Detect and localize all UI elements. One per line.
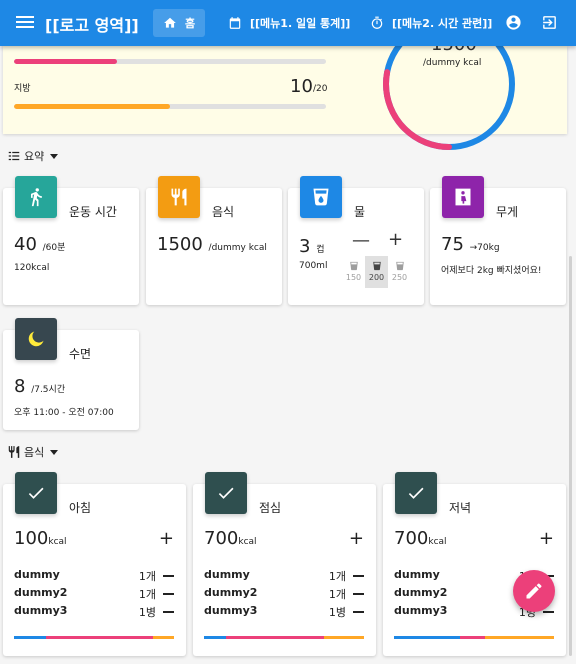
remove-item-button[interactable]	[163, 575, 174, 577]
macro-bar	[204, 636, 364, 639]
sleep-time: 오후 11:00 - 오전 07:00	[14, 408, 114, 418]
moon-icon	[15, 318, 57, 360]
food-card[interactable]: 음식 1500 /dummy kcal	[146, 176, 282, 305]
nav-time[interactable]: [[메뉴2. 시간 관련]]	[360, 9, 502, 37]
meal-kcal: 100kcal	[14, 528, 67, 549]
cup-size-150[interactable]: 150	[342, 256, 365, 288]
add-food-button[interactable]: +	[539, 528, 554, 549]
menu-icon[interactable]	[16, 13, 34, 33]
exercise-value: 40 /60분	[14, 234, 66, 255]
weight-title: 무게	[496, 205, 519, 219]
cup-small-icon	[349, 261, 358, 271]
weight-card[interactable]: 무게 75 →70kg 어제보다 2kg 빠지셨어요!	[430, 176, 566, 305]
fat-value: 10	[290, 76, 313, 97]
meal-item: dummy1개	[14, 568, 174, 584]
exercise-kcal: 120kcal	[14, 263, 50, 273]
check-icon[interactable]	[15, 472, 57, 514]
weight-icon	[442, 176, 484, 218]
remove-item-button[interactable]	[353, 575, 364, 577]
restaurant-icon	[8, 446, 20, 458]
remove-item-button[interactable]	[163, 611, 174, 613]
edit-button[interactable]	[513, 570, 555, 612]
chevron-down-icon	[50, 449, 59, 455]
add-food-button[interactable]: +	[349, 528, 364, 549]
meal-title: 점심	[259, 501, 282, 515]
water-title: 물	[354, 205, 366, 219]
nutrition-card: 지방 10 /20 1500 /dummy kcal	[3, 18, 567, 150]
timer-icon	[371, 16, 383, 29]
cup-medium-icon	[372, 261, 381, 271]
logo[interactable]: [[로고 영역]]	[45, 12, 139, 36]
food-section-label: 음식	[24, 446, 45, 459]
fat-unit: /20	[313, 84, 328, 94]
app-bar: [[로고 영역]] 홈 [[메뉴1. 일일 통계]] [[메뉴2. 시간 관련]…	[0, 0, 576, 46]
check-icon[interactable]	[205, 472, 247, 514]
food-value: 1500 /dummy kcal	[157, 234, 267, 255]
list-icon	[8, 151, 20, 161]
pencil-icon	[526, 583, 542, 599]
meal-kcal: 700kcal	[204, 528, 257, 549]
exercise-card[interactable]: 운동 시간 40 /60분 120kcal	[3, 176, 139, 305]
fat-label: 지방	[14, 84, 31, 94]
chevron-down-icon	[50, 153, 59, 159]
water-ml: 700ml	[299, 261, 328, 271]
remove-item-button[interactable]	[543, 611, 554, 613]
calorie-unit: /dummy kcal	[423, 58, 482, 68]
nav-time-label: [[메뉴2. 시간 관련]]	[392, 17, 493, 30]
meal-item: dummy21개	[204, 586, 364, 602]
nav-home-label: 홈	[185, 17, 196, 30]
macro-bar	[14, 636, 174, 639]
account-icon[interactable]	[505, 14, 522, 31]
exercise-title: 운동 시간	[69, 205, 117, 219]
nav-daily-stats[interactable]: [[메뉴1. 일일 통계]]	[218, 9, 360, 37]
cup-large-icon	[395, 261, 404, 271]
check-icon[interactable]	[395, 472, 437, 514]
exercise-icon	[15, 176, 57, 218]
meal-item: dummy3 1병	[204, 604, 364, 620]
add-food-button[interactable]: +	[159, 528, 174, 549]
remove-item-button[interactable]	[353, 593, 364, 595]
summary-label: 요약	[24, 150, 45, 163]
meal-kcal: 700kcal	[394, 528, 447, 549]
sleep-card[interactable]: 수면 8 /7.5시간 오후 11:00 - 오전 07:00	[3, 318, 139, 430]
logout-icon[interactable]	[541, 14, 558, 31]
restaurant-icon	[158, 176, 200, 218]
meal-item: dummy3 1병	[14, 604, 174, 620]
water-increase-button[interactable]: +	[388, 231, 403, 249]
scrollbar[interactable]	[569, 256, 572, 656]
nav-daily-stats-label: [[메뉴1. 일일 통계]]	[250, 17, 351, 30]
food-section-toggle[interactable]: 음식	[7, 444, 59, 460]
cup-size-200[interactable]: 200	[365, 256, 388, 288]
water-value: 3 컵	[299, 236, 325, 257]
sleep-value: 8 /7.5시간	[14, 376, 66, 397]
calendar-icon	[229, 17, 241, 29]
meal-item: dummy1개	[204, 568, 364, 584]
water-decrease-button[interactable]: —	[352, 232, 370, 250]
water-card: 물 — + 3 컵 700ml 150 200 250	[288, 176, 424, 305]
home-icon	[164, 17, 176, 28]
sleep-title: 수면	[69, 347, 92, 361]
weight-note: 어제보다 2kg 빠지셨어요!	[441, 266, 542, 276]
summary-section-toggle[interactable]: 요약	[7, 148, 59, 164]
meal-item: dummy21개	[14, 586, 174, 602]
weight-value: 75 →70kg	[441, 234, 500, 255]
macro-bar	[394, 636, 554, 639]
nutrient-progress-bar	[14, 59, 326, 64]
meal-card-breakfast: 아침 100kcal + dummy 1개 dummy2 1개 dummy3 1병	[3, 472, 186, 656]
food-title: 음식	[212, 205, 235, 219]
fat-progress-bar	[14, 104, 326, 109]
meal-title: 저녁	[449, 501, 472, 515]
remove-item-button[interactable]	[353, 611, 364, 613]
cup-icon	[300, 176, 342, 218]
meal-card-lunch: 점심 700kcal + dummy 1개 dummy2 1개 dummy3 1병	[193, 472, 376, 656]
nav-home[interactable]: 홈	[153, 9, 206, 37]
cup-size-250[interactable]: 250	[388, 256, 411, 288]
remove-item-button[interactable]	[163, 593, 174, 595]
meal-title: 아침	[69, 501, 92, 515]
